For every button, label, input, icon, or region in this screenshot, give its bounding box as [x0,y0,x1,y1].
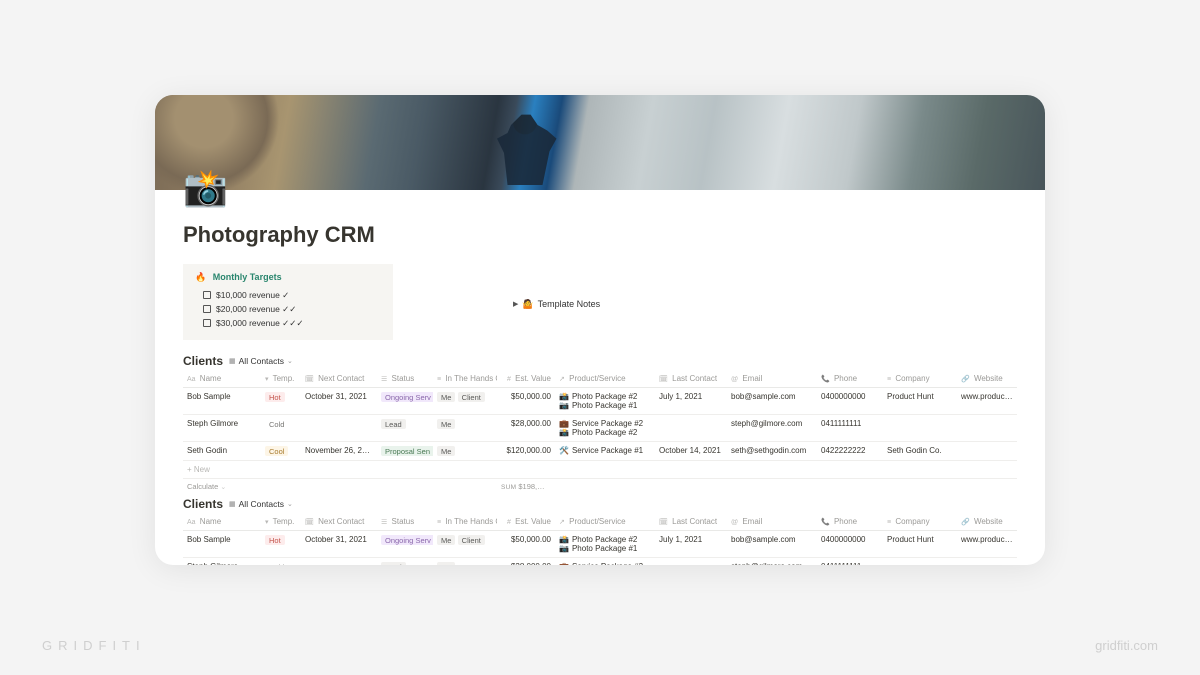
toggle-triangle-icon: ▶ [513,300,518,308]
notion-page-card: 📸 Photography CRM 🔥 Monthly Targets $10,… [155,95,1045,565]
table-header-row: Aa Name ▾ Temp. 🗓 Next Contact ☰ Status … [183,513,1017,531]
table-row[interactable]: Steph GilmoreColdLeadMe $28,000.00💼Servi… [183,415,1017,442]
col-status[interactable]: ☰ Status [377,370,433,388]
table-row[interactable]: Steph GilmoreColdLeadMe $28,000.00💼Servi… [183,558,1017,566]
date-prop-icon: 🗓 [305,376,314,383]
target-item[interactable]: $30,000 revenue ✓✓✓ [203,316,381,330]
calculate-button[interactable]: Calculate [187,482,218,491]
col-next-contact[interactable]: 🗓 Next Contact [301,370,377,388]
col-company[interactable]: ≡ Company [883,370,957,388]
clients-table-1: Aa Name ▾ Temp. 🗓 Next Contact ☰ Status … [183,370,1017,495]
col-name[interactable]: Aa Name [183,370,261,388]
email-prop-icon: @ [731,376,738,383]
multiselect-prop-icon: ≡ [437,376,441,383]
col-status[interactable]: ☰ Status [377,513,433,531]
caret-down-icon: ⌄ [287,357,293,365]
fire-icon: 🔥 [195,272,206,282]
col-phone[interactable]: 📞 Phone [817,513,883,531]
col-next-contact[interactable]: 🗓 Next Contact [301,513,377,531]
watermark-url: gridfiti.com [1095,638,1158,653]
caret-down-icon: ⌄ [287,500,293,508]
select-prop-icon: ▾ [265,376,269,383]
col-temp[interactable]: ▾ Temp. [261,370,301,388]
table-row[interactable]: Seth GodinCoolNovember 26, 2021Proposal … [183,442,1017,461]
number-prop-icon: # [507,519,511,526]
page-content: Photography CRM 🔥 Monthly Targets $10,00… [155,190,1045,565]
col-email[interactable]: @ Email [727,513,817,531]
new-row-button[interactable]: + New [183,461,1017,479]
col-email[interactable]: @ Email [727,370,817,388]
text-prop-icon: ≡ [887,376,891,383]
col-product[interactable]: ↗ Product/Service [555,513,655,531]
url-prop-icon: 🔗 [961,376,970,383]
template-notes-toggle[interactable]: ▶ 🤷 Template Notes [513,268,600,340]
col-company[interactable]: ≡ Company [883,513,957,531]
clients-section-title: Clients [183,497,223,511]
table-view-icon: ▦ [229,500,236,508]
col-website[interactable]: 🔗 Website [957,370,1017,388]
monthly-targets-heading: Monthly Targets [213,272,282,282]
table-header-row: Aa Name ▾ Temp. 🗓 Next Contact ☰ Status … [183,370,1017,388]
number-prop-icon: # [507,376,511,383]
col-last-contact[interactable]: 🗓 Last Contact [655,370,727,388]
watermark-brand: GRIDFITI [42,638,146,653]
multiselect-prop-icon: ≡ [437,519,441,526]
col-last-contact[interactable]: 🗓 Last Contact [655,513,727,531]
template-notes-label: Template Notes [538,299,601,309]
target-label: $10,000 revenue ✓ [216,290,289,301]
view-tab-all-contacts[interactable]: ▦ All Contacts ⌄ [229,499,293,509]
view-tab-label: All Contacts [239,356,284,366]
cover-image [155,95,1045,190]
checkbox-icon[interactable] [203,305,211,313]
clients-tbody-2: Bob SampleHotOctober 31, 2021Ongoing Ser… [183,531,1017,566]
url-prop-icon: 🔗 [961,519,970,526]
monthly-targets-callout[interactable]: 🔥 Monthly Targets $10,000 revenue ✓ $20,… [183,264,393,340]
target-item[interactable]: $10,000 revenue ✓ [203,288,381,302]
col-name[interactable]: Aa Name [183,513,261,531]
email-prop-icon: @ [731,519,738,526]
clients-section-title: Clients [183,354,223,368]
clients-table-2: Aa Name ▾ Temp. 🗓 Next Contact ☰ Status … [183,513,1017,565]
summary-row: Calculate ⌄ SUM$198,000.00 [183,479,1017,496]
targets-checklist: $10,000 revenue ✓ $20,000 revenue ✓✓ $30… [195,288,381,330]
page-icon[interactable]: 📸 [183,167,225,209]
select-prop-icon: ☰ [381,376,387,383]
col-temp[interactable]: ▾ Temp. [261,513,301,531]
table-row[interactable]: Bob SampleHotOctober 31, 2021Ongoing Ser… [183,531,1017,558]
select-prop-icon: ☰ [381,519,387,526]
select-prop-icon: ▾ [265,519,269,526]
table-view-icon: ▦ [229,357,236,365]
col-hands[interactable]: ≡ In The Hands Of [433,370,497,388]
date-prop-icon: 🗓 [659,376,668,383]
phone-prop-icon: 📞 [821,519,830,526]
col-est-value[interactable]: # Est. Value [497,370,555,388]
text-prop-icon: ≡ [887,519,891,526]
sum-label: SUM [501,484,516,491]
clients-tbody-1: Bob SampleHotOctober 31, 2021Ongoing Ser… [183,388,1017,461]
relation-prop-icon: ↗ [559,519,565,526]
col-est-value[interactable]: # Est. Value [497,513,555,531]
target-label: $20,000 revenue ✓✓ [216,304,296,315]
col-hands[interactable]: ≡ In The Hands Of [433,513,497,531]
title-prop-icon: Aa [187,519,196,526]
col-phone[interactable]: 📞 Phone [817,370,883,388]
phone-prop-icon: 📞 [821,376,830,383]
checkbox-icon[interactable] [203,319,211,327]
relation-prop-icon: ↗ [559,376,565,383]
col-website[interactable]: 🔗 Website [957,513,1017,531]
date-prop-icon: 🗓 [305,519,314,526]
toggle-emoji-icon: 🤷 [522,299,533,310]
title-prop-icon: Aa [187,376,196,383]
checkbox-icon[interactable] [203,291,211,299]
date-prop-icon: 🗓 [659,519,668,526]
target-label: $30,000 revenue ✓✓✓ [216,318,304,329]
sum-value: $198,000.00 [518,482,555,491]
view-tab-all-contacts[interactable]: ▦ All Contacts ⌄ [229,356,293,366]
view-tab-label: All Contacts [239,499,284,509]
page-title[interactable]: Photography CRM [183,222,1017,248]
col-product[interactable]: ↗ Product/Service [555,370,655,388]
table-row[interactable]: Bob SampleHotOctober 31, 2021Ongoing Ser… [183,388,1017,415]
target-item[interactable]: $20,000 revenue ✓✓ [203,302,381,316]
